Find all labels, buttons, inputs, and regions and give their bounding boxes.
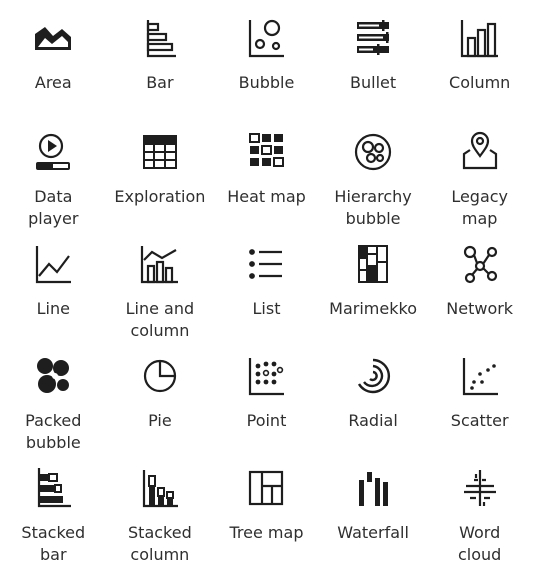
viz-tile-label: Tree map [229, 523, 304, 542]
viz-tile-line[interactable]: Line [0, 226, 107, 338]
viz-tile-label: Network [446, 299, 514, 318]
area-chart-icon [29, 14, 77, 62]
point-chart-icon [242, 352, 290, 400]
viz-tile-list[interactable]: List [213, 226, 320, 338]
viz-tile-stacked-bar[interactable]: Stacked bar [0, 450, 107, 564]
viz-tile-bullet[interactable]: Bullet [320, 0, 427, 114]
viz-tile-label: Packed bubble [25, 411, 82, 452]
viz-tile-label: Hierarchy bubble [334, 187, 412, 228]
viz-tile-label: Bubble [238, 73, 295, 92]
viz-tile-scatter[interactable]: Scatter [426, 338, 533, 450]
viz-tile-label: Stacked column [128, 523, 192, 564]
viz-tile-label: Waterfall [337, 523, 409, 542]
viz-tile-label: Stacked bar [21, 523, 86, 564]
exploration-table-icon [136, 128, 184, 176]
viz-tile-column[interactable]: Column [426, 0, 533, 114]
viz-tile-pie[interactable]: Pie [107, 338, 214, 450]
radial-chart-icon [349, 352, 397, 400]
tree-map-icon [242, 464, 290, 512]
viz-tile-point[interactable]: Point [213, 338, 320, 450]
viz-tile-heat-map[interactable]: Heat map [213, 114, 320, 226]
viz-tile-label: Heat map [227, 187, 306, 206]
viz-tile-radial[interactable]: Radial [320, 338, 427, 450]
data-player-icon [29, 128, 77, 176]
viz-tile-label: Point [246, 411, 287, 430]
viz-tile-waterfall[interactable]: Waterfall [320, 450, 427, 559]
viz-tile-legacy-map[interactable]: Legacy map [426, 114, 533, 228]
viz-tile-bubble[interactable]: Bubble [213, 0, 320, 114]
line-chart-icon [29, 240, 77, 288]
bubble-chart-icon [242, 14, 290, 62]
viz-tile-exploration[interactable]: Exploration [107, 114, 214, 226]
viz-tile-label: Line and column [125, 299, 195, 340]
bar-chart-icon [136, 14, 184, 62]
viz-tile-label: Marimekko [329, 299, 417, 318]
list-icon [242, 240, 290, 288]
viz-tile-label: Word cloud [458, 523, 502, 564]
viz-tile-area[interactable]: Area [0, 0, 107, 114]
viz-tile-bar[interactable]: Bar [107, 0, 214, 114]
stacked-column-icon [136, 464, 184, 512]
legacy-map-icon [456, 128, 504, 176]
bullet-chart-icon [349, 14, 397, 62]
viz-tile-label: Pie [148, 411, 172, 430]
pie-chart-icon [136, 352, 184, 400]
hierarchy-bubble-icon [349, 128, 397, 176]
viz-tile-word-cloud[interactable]: Word cloud [426, 450, 533, 564]
viz-tile-tree-map[interactable]: Tree map [213, 450, 320, 559]
scatter-chart-icon [456, 352, 504, 400]
viz-tile-label: List [252, 299, 281, 318]
viz-tile-hierarchy-bubble[interactable]: Hierarchy bubble [320, 114, 427, 228]
viz-tile-label: Bullet [350, 73, 397, 92]
heat-map-icon [242, 128, 290, 176]
viz-tile-label: Radial [348, 411, 398, 430]
viz-tile-label: Exploration [114, 187, 206, 206]
column-chart-icon [456, 14, 504, 62]
viz-tile-label: Column [449, 73, 511, 92]
viz-tile-data-player[interactable]: Data player [0, 114, 107, 228]
viz-tile-label: Scatter [450, 411, 509, 430]
viz-tile-label: Area [34, 73, 72, 92]
viz-tile-label: Line [36, 299, 70, 318]
line-and-column-icon [136, 240, 184, 288]
packed-bubble-icon [29, 352, 77, 400]
waterfall-icon [349, 464, 397, 512]
word-cloud-icon [456, 464, 504, 512]
viz-tile-label: Legacy map [451, 187, 509, 228]
viz-tile-label: Bar [146, 73, 174, 92]
marimekko-icon [349, 240, 397, 288]
viz-tile-line-and-column[interactable]: Line and column [107, 226, 214, 340]
viz-tile-marimekko[interactable]: Marimekko [320, 226, 427, 338]
viz-tile-stacked-column[interactable]: Stacked column [107, 450, 214, 564]
viz-tile-network[interactable]: Network [426, 226, 533, 338]
visualization-type-grid: Area Bar Bubble Bullet Column Data playe… [0, 0, 533, 564]
stacked-bar-icon [29, 464, 77, 512]
viz-tile-packed-bubble[interactable]: Packed bubble [0, 338, 107, 452]
viz-tile-label: Data player [28, 187, 79, 228]
network-icon [456, 240, 504, 288]
